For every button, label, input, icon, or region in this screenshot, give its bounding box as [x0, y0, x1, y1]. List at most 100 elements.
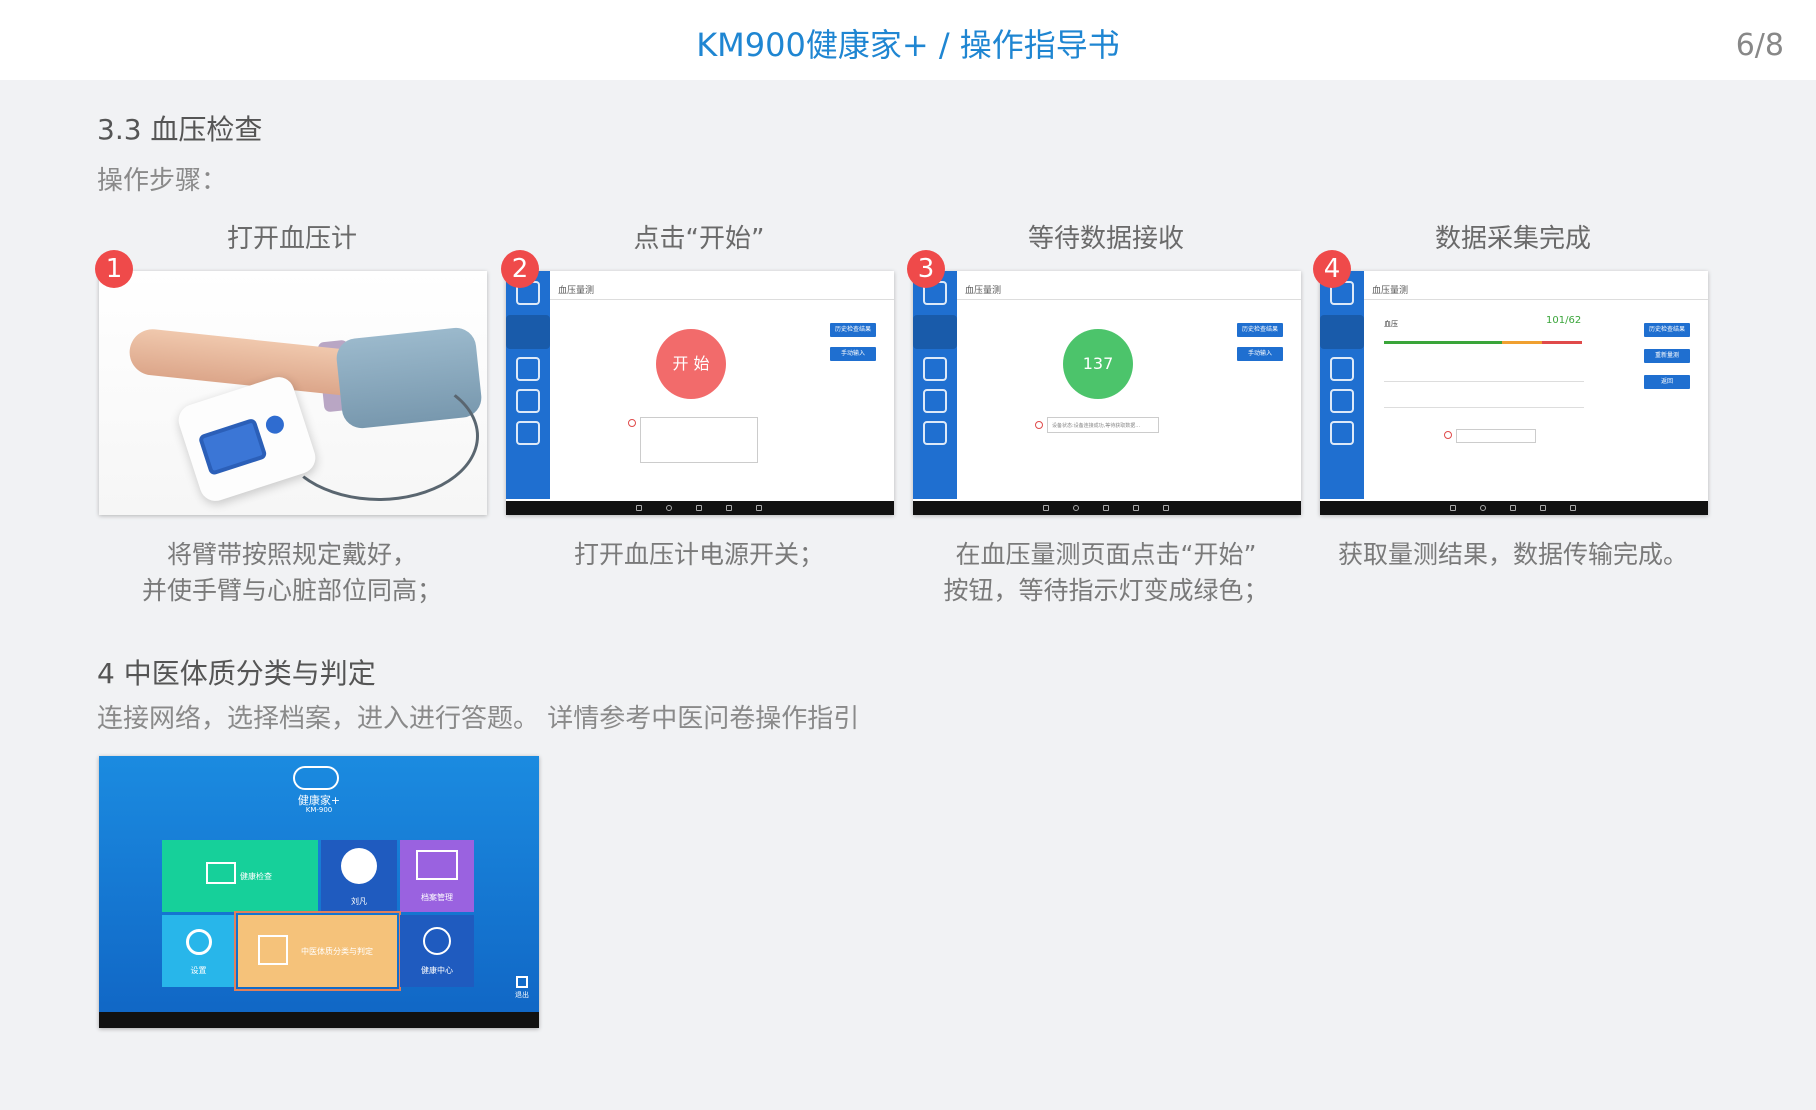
result-note-box	[1456, 429, 1536, 443]
android-nav-bar	[913, 501, 1301, 515]
app-page-title: 血压量测	[965, 286, 1002, 296]
history-button: 历史检查结果	[830, 323, 876, 337]
back-button: 返回	[1644, 375, 1690, 389]
thermometer-icon	[1330, 357, 1354, 381]
reading-indicator: 137	[1063, 329, 1133, 399]
tile-health-center: 健康中心	[400, 915, 474, 987]
tile-health-check: 健康检查	[162, 840, 318, 912]
diastolic-line	[1384, 407, 1584, 408]
app-page-title: 血压量测	[1372, 286, 1409, 296]
step-2-desc: 打开血压计电源开关；	[489, 537, 909, 573]
app-home-screenshot: 健康家+ KM-900 健康检查 刘凡 档案管理 设置 中医体质分类与判定 健康…	[99, 756, 539, 1028]
monitor-button	[263, 413, 287, 437]
drop-icon	[1330, 389, 1354, 413]
page-header: KM900健康家+ / 操作指导书 6/8	[0, 0, 1816, 80]
app-sidebar	[506, 271, 550, 499]
range-bar-normal	[1384, 341, 1502, 344]
step-1-desc-line1: 将臂带按照规定戴好，	[166, 540, 417, 569]
step-3-desc-line1: 在血压量测页面点击“开始”	[955, 540, 1257, 569]
tile-health-center-label: 健康中心	[421, 966, 453, 975]
back-arrow-icon	[516, 421, 540, 445]
bp-monitor-photo	[99, 271, 487, 515]
exit-icon	[516, 976, 528, 988]
history-button: 历史检查结果	[1644, 323, 1690, 337]
step-3-desc: 在血压量测页面点击“开始” 按钮，等待指示灯变成绿色；	[896, 537, 1316, 609]
back-arrow-icon	[1330, 421, 1354, 445]
bp-tab-icon	[913, 315, 957, 349]
app-page-title: 血压量测	[558, 286, 595, 296]
step-2-badge: 2	[501, 250, 539, 288]
warning-icon	[628, 419, 636, 427]
document-title: KM900健康家+ / 操作指导书	[696, 26, 1120, 64]
app-sidebar	[1320, 271, 1364, 499]
range-bar-danger	[1542, 341, 1582, 344]
tile-user-label: 刘凡	[351, 897, 367, 906]
person-icon	[423, 927, 451, 955]
manual-input-button: 手动输入	[1237, 347, 1283, 361]
tile-tcm-label: 中医体质分类与判定	[301, 947, 373, 956]
page-number: 6/8	[1735, 28, 1784, 63]
exit-control: 退出	[515, 976, 529, 1000]
result-value: 101/62	[1546, 315, 1582, 326]
tile-records-label: 档案管理	[421, 893, 453, 902]
step-3-title: 等待数据接收	[1027, 224, 1184, 254]
tile-tcm[interactable]: 中医体质分类与判定	[234, 911, 401, 991]
divider	[550, 299, 894, 300]
step-4-desc-line1: 获取量测结果，数据传输完成。	[1337, 540, 1688, 569]
step-1-desc-line2: 并使手臂与心脏部位同高；	[141, 576, 442, 605]
step-3-desc-line2: 按钮，等待指示灯变成绿色；	[943, 576, 1269, 605]
app-sidebar	[913, 271, 957, 499]
drop-icon	[923, 389, 947, 413]
step-2-desc-line1: 打开血压计电源开关；	[573, 540, 824, 569]
binders-icon	[416, 850, 458, 880]
step-4-desc: 获取量测结果，数据传输完成。	[1303, 537, 1723, 573]
step-1-desc: 将臂带按照规定戴好， 并使手臂与心脏部位同高；	[82, 537, 502, 609]
step-4-badge: 4	[1313, 250, 1351, 288]
tile-settings: 设置	[162, 915, 235, 987]
tile-settings-label: 设置	[190, 966, 207, 975]
start-button: 开 始	[656, 329, 726, 399]
tile-health-check-label: 健康检查	[240, 872, 272, 881]
screenshot-start: 血压量测 开 始 历史检查结果 手动输入	[506, 271, 894, 515]
section-tcm-subtitle: 连接网络，选择档案，进入进行答题。 详情参考中医问卷操作指引	[97, 704, 860, 734]
thermometer-icon	[923, 357, 947, 381]
section-tcm-title: 4 中医体质分类与判定	[97, 657, 376, 690]
bp-tab-icon	[506, 315, 550, 349]
bp-tab-icon	[1320, 315, 1364, 349]
android-nav-bar	[506, 501, 894, 515]
drop-icon	[516, 389, 540, 413]
monitor-screen	[197, 417, 268, 477]
section-bp-subtitle: 操作步骤：	[97, 166, 228, 196]
android-nav-bar	[1320, 501, 1708, 515]
screenshot-reading: 血压量测 137 历史检查结果 手动输入 设备状态:设备连接成功,等待获取数据.…	[913, 271, 1301, 515]
screenshot-result: 血压量测 血压 101/62 历史检查结果 重新量测 返回	[1320, 271, 1708, 515]
status-box: 设备状态:设备连接成功,等待获取数据...	[1047, 417, 1159, 433]
gear-icon	[186, 929, 212, 955]
instructions-box	[640, 417, 758, 463]
step-2-title: 点击“开始”	[633, 224, 765, 254]
divider	[957, 299, 1301, 300]
step-4-title: 数据采集完成	[1434, 224, 1591, 254]
monitor-device	[174, 372, 320, 506]
systolic-line	[1384, 381, 1584, 382]
exit-label: 退出	[515, 991, 529, 999]
tile-user: 刘凡	[321, 840, 397, 912]
android-nav-bar	[99, 1012, 539, 1028]
step-1-title: 打开血压计	[226, 224, 357, 254]
step-1-badge: 1	[95, 250, 133, 288]
manual-input-button: 手动输入	[830, 347, 876, 361]
brand-logo	[293, 766, 339, 790]
result-label: 血压	[1384, 320, 1398, 328]
divider	[1364, 299, 1708, 300]
warning-icon	[1035, 421, 1043, 429]
step-3-badge: 3	[907, 250, 945, 288]
section-bp-title: 3.3 血压检查	[97, 113, 263, 146]
tile-records: 档案管理	[400, 840, 474, 912]
range-bar-high	[1502, 341, 1542, 344]
history-button: 历史检查结果	[1237, 323, 1283, 337]
warning-icon	[1444, 431, 1452, 439]
thermometer-icon	[516, 357, 540, 381]
rerun-button: 重新量测	[1644, 349, 1690, 363]
model-name: KM-900	[305, 806, 333, 814]
avatar	[341, 848, 377, 884]
